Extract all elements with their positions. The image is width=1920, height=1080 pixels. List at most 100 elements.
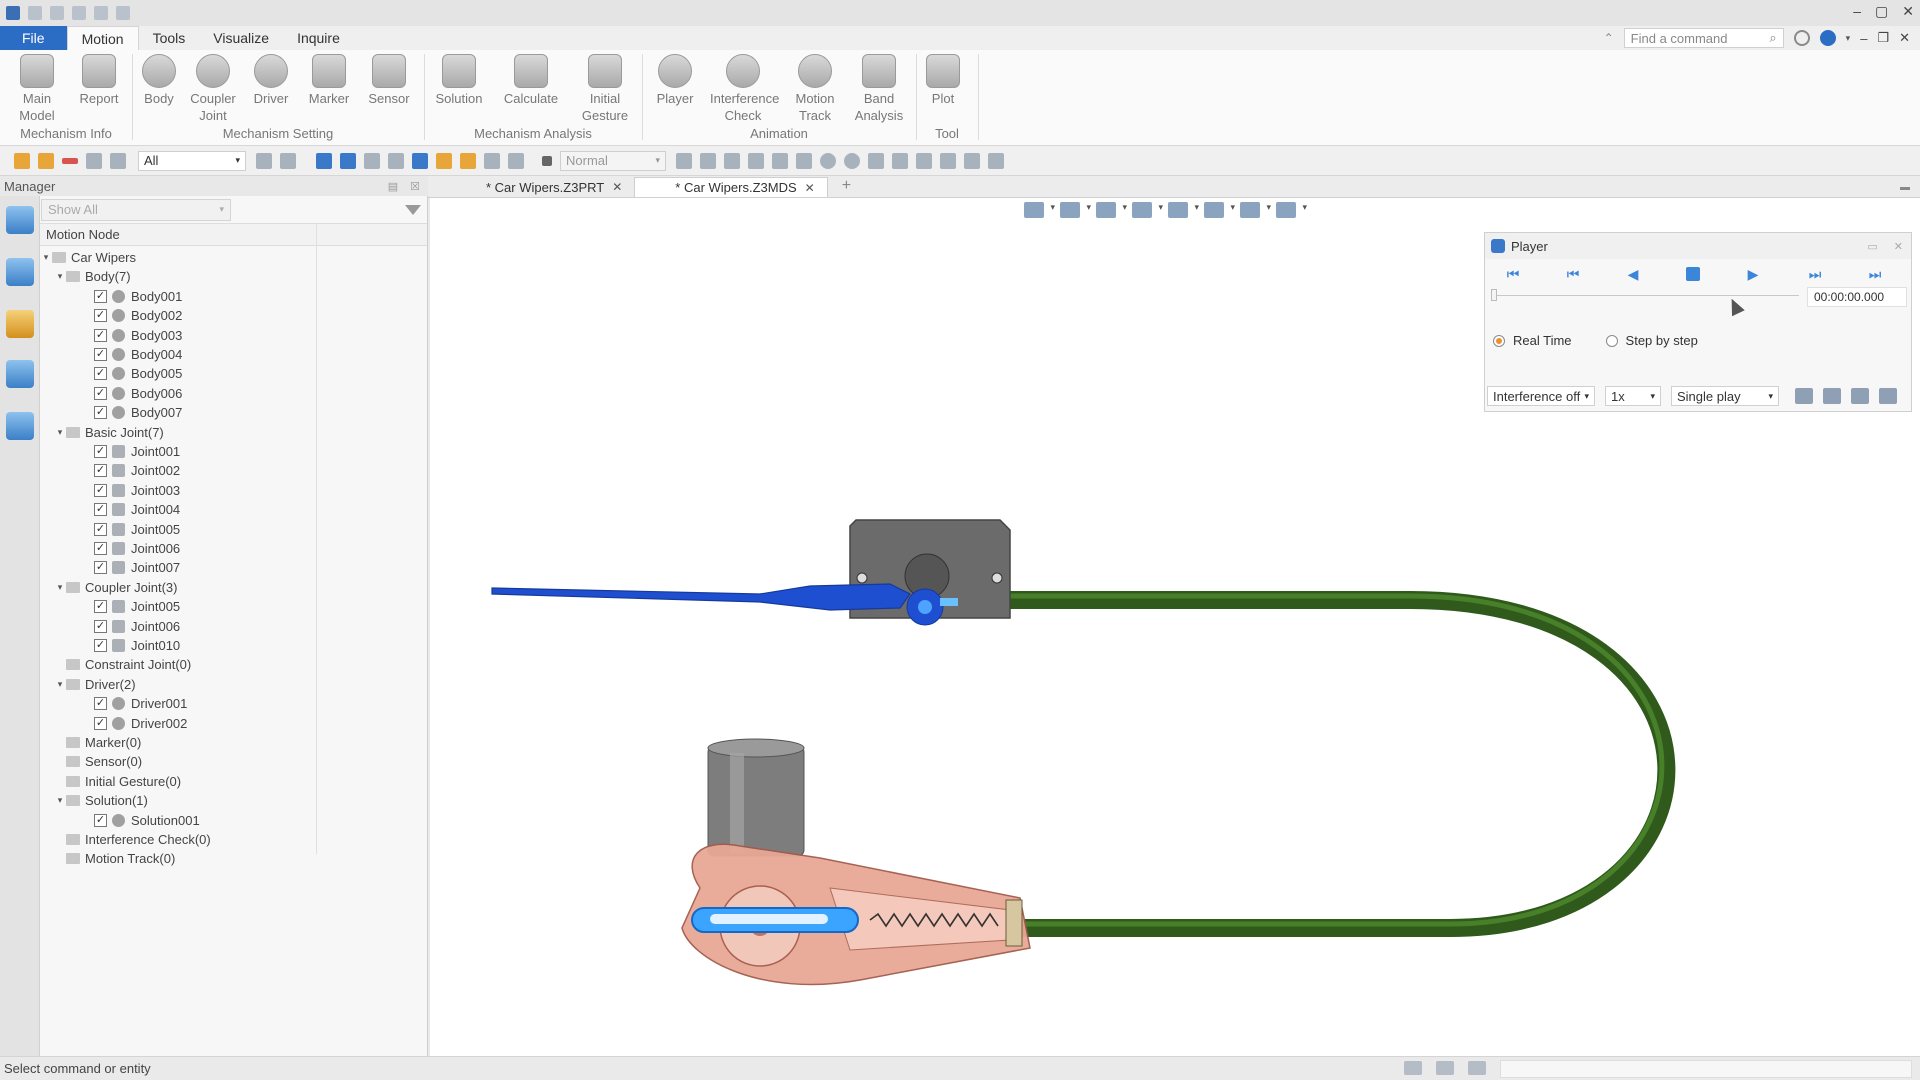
tree-node[interactable]: ✓ Body006 xyxy=(82,384,182,403)
add-icon[interactable] xyxy=(38,152,54,169)
history-icon[interactable] xyxy=(508,152,524,169)
tree-node[interactable]: Motion Track(0) xyxy=(54,849,175,868)
tree-node[interactable]: ✓ Joint001 xyxy=(82,442,180,461)
go-to-start-button[interactable]: ⏮ xyxy=(1501,263,1525,285)
expand-chevron-icon[interactable]: ▾ xyxy=(54,679,66,690)
visibility-checkbox[interactable]: ✓ xyxy=(94,386,107,400)
remove-icon[interactable] xyxy=(62,157,78,164)
visibility-checkbox[interactable]: ✓ xyxy=(94,813,107,827)
show-filter-select[interactable]: Show All ▾ xyxy=(41,198,231,221)
play-reverse-button[interactable]: ◀ xyxy=(1621,263,1645,285)
tree-node[interactable]: ✓ Driver001 xyxy=(82,694,187,713)
new-icon[interactable] xyxy=(28,6,42,20)
text-icon[interactable] xyxy=(748,152,764,169)
command-search-input[interactable]: Find a command xyxy=(1631,31,1728,46)
history-manager-icon[interactable] xyxy=(6,258,34,286)
lasso-icon[interactable] xyxy=(110,152,126,169)
align-vertical-icon[interactable] xyxy=(280,152,296,169)
tree-node[interactable]: ✓ Body002 xyxy=(82,306,182,325)
settings-tool-icon[interactable] xyxy=(1795,388,1813,404)
visibility-checkbox[interactable]: ✓ xyxy=(94,503,107,517)
visibility-checkbox[interactable]: ✓ xyxy=(94,289,107,303)
redo-icon[interactable] xyxy=(116,6,130,20)
visibility-checkbox[interactable]: ✓ xyxy=(94,697,107,711)
motion-manager-icon[interactable] xyxy=(6,206,34,234)
help-icon[interactable] xyxy=(1819,30,1836,46)
list-view-icon[interactable] xyxy=(1468,1061,1486,1075)
collapse-ribbon-icon[interactable]: ⌃ xyxy=(1604,31,1614,45)
folder-icon[interactable] xyxy=(436,152,452,169)
visibility-checkbox[interactable]: ✓ xyxy=(94,483,107,497)
initial-gesture-button[interactable]: Initial Gesture xyxy=(572,54,638,124)
snap-icon[interactable] xyxy=(316,152,332,169)
close-panel-icon[interactable]: ✕ xyxy=(1894,240,1903,253)
step-by-step-radio[interactable] xyxy=(1605,334,1618,347)
tree-node[interactable]: Initial Gesture(0) xyxy=(54,772,181,791)
snap-grid-icon[interactable] xyxy=(340,152,356,169)
visibility-checkbox[interactable]: ✓ xyxy=(94,600,107,614)
tree-node[interactable]: ✓ Joint006 xyxy=(82,617,180,636)
visibility-checkbox[interactable]: ✓ xyxy=(94,716,107,730)
fill-icon[interactable] xyxy=(964,152,980,169)
visibility-checkbox[interactable]: ✓ xyxy=(94,639,107,652)
tree-node[interactable]: ✓ Body005 xyxy=(82,364,182,383)
display-mode-icon[interactable] xyxy=(1436,1061,1454,1075)
ribbon-minimize-icon[interactable]: – xyxy=(1860,31,1867,46)
visibility-checkbox[interactable]: ✓ xyxy=(94,464,107,478)
solution-button[interactable]: Solution xyxy=(426,54,492,107)
tree-node[interactable]: ✓ Driver002 xyxy=(82,714,187,733)
settings-icon[interactable] xyxy=(1793,30,1810,46)
expand-chevron-icon[interactable]: ▾ xyxy=(54,427,66,438)
main-model-button[interactable]: Main Model xyxy=(4,54,70,124)
tree-node[interactable]: ✓ Joint005 xyxy=(82,520,180,539)
tree-node[interactable]: ▾ Driver(2) xyxy=(54,675,136,694)
filter-select[interactable]: All ▾ xyxy=(138,150,246,171)
cursor-icon[interactable] xyxy=(412,152,428,169)
ribbon-restore-icon[interactable]: ❐ xyxy=(1877,30,1889,46)
stop-square-icon[interactable] xyxy=(542,155,552,166)
circle-icon[interactable] xyxy=(844,152,860,169)
assembly-manager-icon[interactable] xyxy=(6,310,34,338)
real-time-radio[interactable] xyxy=(1493,334,1505,347)
minimize-button[interactable]: – xyxy=(1853,3,1861,20)
time-display[interactable]: 00:00:00.000 xyxy=(1807,287,1907,307)
marker-button[interactable]: Marker xyxy=(296,54,362,107)
expand-chevron-icon[interactable]: ▾ xyxy=(40,252,52,263)
tree-node[interactable]: ▾ Basic Joint(7) xyxy=(54,423,164,442)
visibility-checkbox[interactable]: ✓ xyxy=(94,561,107,575)
play-button[interactable]: ▶ xyxy=(1741,263,1765,285)
command-search-box[interactable]: Find a command ⌕ xyxy=(1623,28,1784,48)
tab-tools[interactable]: Tools xyxy=(139,26,200,50)
save-icon[interactable] xyxy=(72,6,86,20)
box-select-icon[interactable] xyxy=(86,152,102,169)
tree-node[interactable]: ▾ Car Wipers xyxy=(40,248,136,267)
tab-visualize[interactable]: Visualize xyxy=(199,26,283,50)
tree-node[interactable]: ✓ Body003 xyxy=(82,326,182,345)
arrow-icon[interactable] xyxy=(676,152,692,169)
tree-node[interactable]: Interference Check(0) xyxy=(54,830,211,849)
export-icon[interactable] xyxy=(1823,388,1841,404)
close-icon[interactable]: ✕ xyxy=(805,181,815,195)
stop-button[interactable] xyxy=(1681,263,1705,285)
filter-shape-icon[interactable] xyxy=(724,152,740,169)
tree-node[interactable]: ✓ Joint007 xyxy=(82,558,180,577)
plot-button[interactable]: Plot xyxy=(910,54,976,107)
band-analysis-button[interactable]: Band Analysis xyxy=(846,54,912,124)
tree-node[interactable]: ✓ Joint010 xyxy=(82,636,180,655)
align-icon[interactable] xyxy=(256,152,272,169)
expand-chevron-icon[interactable]: ▾ xyxy=(54,271,66,282)
layer-manager-icon[interactable] xyxy=(6,412,34,440)
visibility-checkbox[interactable]: ✓ xyxy=(94,619,107,633)
driver-button[interactable]: Driver xyxy=(238,54,304,107)
maximize-button[interactable]: ▢ xyxy=(1875,3,1888,20)
spline-icon[interactable] xyxy=(892,152,908,169)
line-2-icon[interactable] xyxy=(796,152,812,169)
report-button[interactable]: Report xyxy=(66,54,132,107)
visibility-checkbox[interactable]: ✓ xyxy=(94,522,107,536)
tab-inquire[interactable]: Inquire xyxy=(283,26,354,50)
time-slider-handle[interactable] xyxy=(1491,289,1497,301)
step-forward-button[interactable]: ⏭ xyxy=(1803,263,1827,285)
tree-node[interactable]: ✓ Joint002 xyxy=(82,461,180,480)
visibility-checkbox[interactable]: ✓ xyxy=(94,445,107,458)
tree-node[interactable]: ✓ Joint004 xyxy=(82,500,180,519)
